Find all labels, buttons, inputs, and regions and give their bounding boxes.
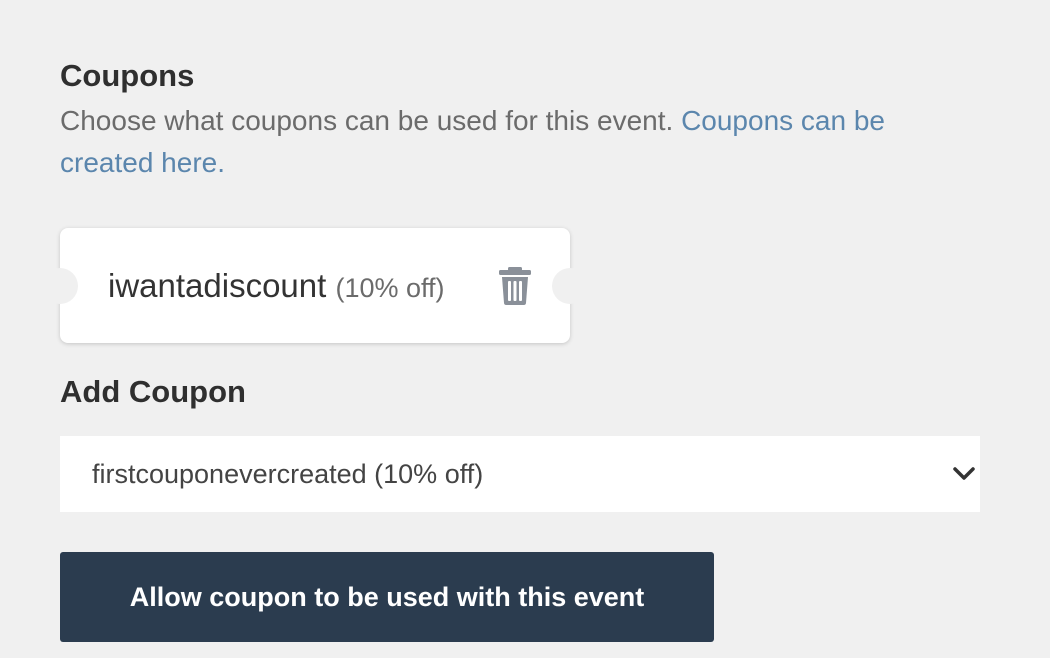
coupons-title: Coupons <box>60 58 195 93</box>
add-coupon-title: Add Coupon <box>60 374 246 409</box>
allow-coupon-button[interactable]: Allow coupon to be used with this event <box>60 552 714 642</box>
coupons-description: Choose what coupons can be used for this… <box>60 100 960 184</box>
coupons-description-text: Choose what coupons can be used for this… <box>60 105 674 136</box>
coupon-card: iwantadiscount (10% off) <box>42 228 588 343</box>
ticket-notch-left <box>42 268 78 304</box>
delete-coupon-button[interactable] <box>498 266 532 306</box>
ticket-notch-right <box>552 268 588 304</box>
chevron-down-icon <box>953 467 975 480</box>
coupon-select[interactable]: firstcouponevercreated (10% off) <box>60 436 980 512</box>
coupon-discount: (10% off) <box>335 273 445 303</box>
coupon-select-value: firstcouponevercreated (10% off) <box>92 459 484 489</box>
coupon-code: iwantadiscount <box>108 267 327 304</box>
trash-icon <box>499 267 531 305</box>
coupon-label: iwantadiscount (10% off) <box>108 264 445 310</box>
